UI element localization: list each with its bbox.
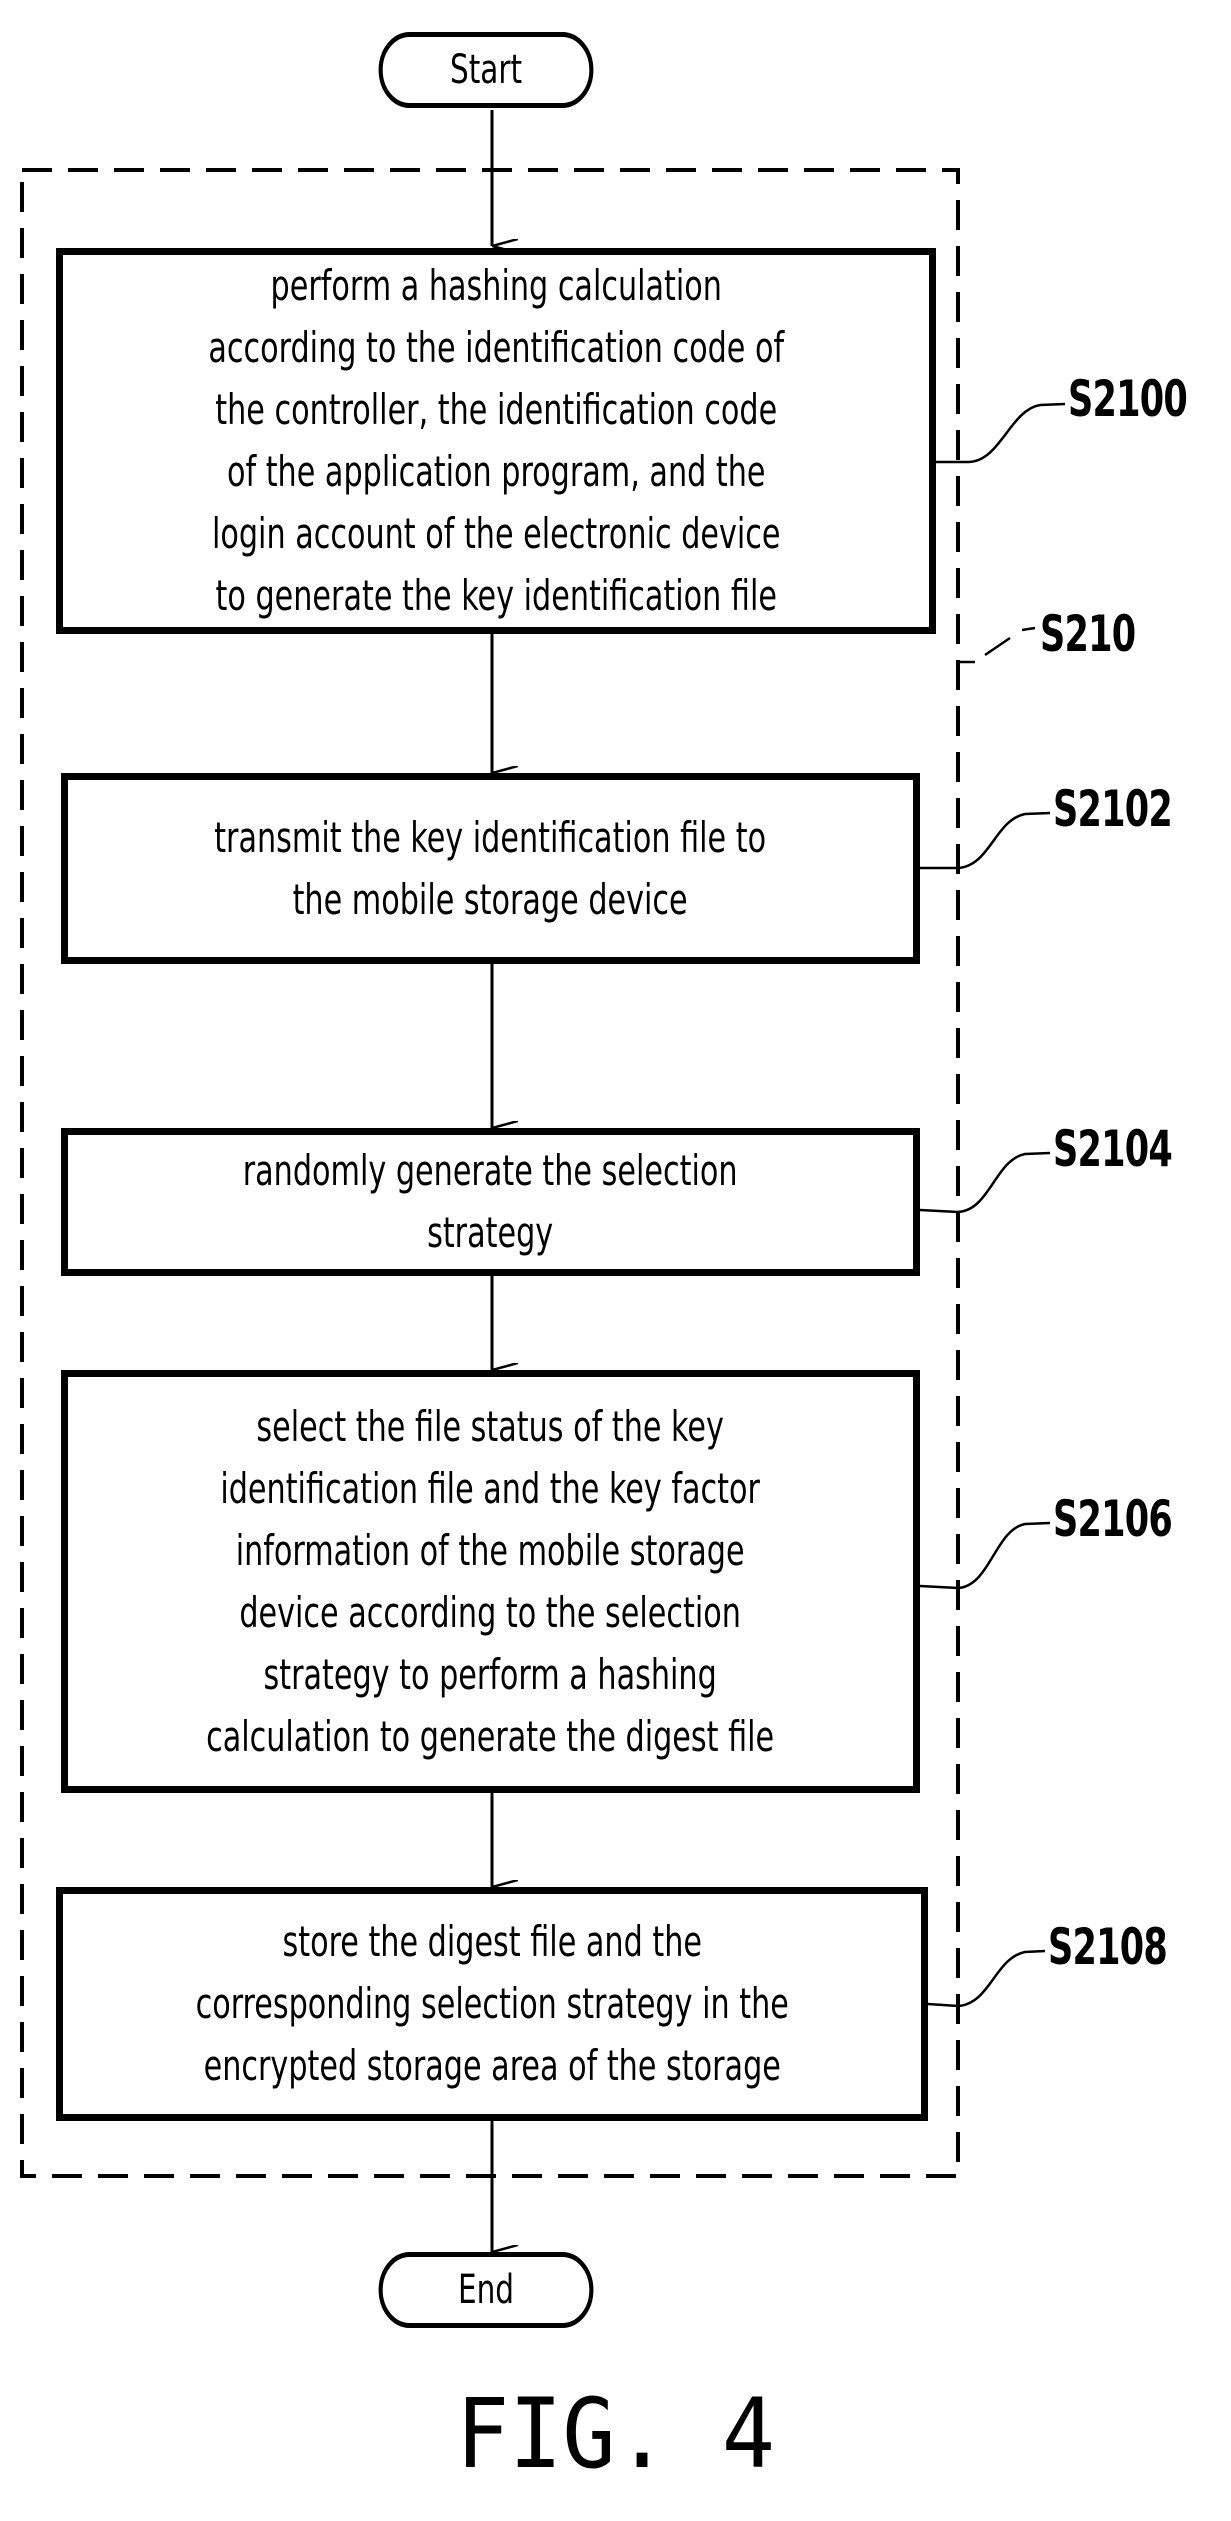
step-text-s2104: randomly generate the selection strategy — [243, 1146, 738, 1257]
step-box-s2102: transmit the key identification file to … — [61, 773, 920, 964]
ref-label-s2100: S2100 — [1068, 370, 1188, 428]
start-label: Start — [449, 47, 523, 93]
step-box-s2108: store the digest file and the correspond… — [56, 1887, 928, 2121]
leader-s2106 — [919, 1521, 1051, 1590]
end-label: End — [457, 2267, 515, 2313]
step-box-s2104: randomly generate the selection strategy — [61, 1128, 920, 1276]
step-text-s2102: transmit the key identification file to … — [214, 812, 767, 924]
step-text-s2100: perform a hashing calculation according … — [208, 261, 784, 620]
start-terminal: Start — [378, 32, 594, 108]
leader-s2100 — [936, 402, 1066, 464]
leader-s210 — [960, 626, 1036, 664]
ref-label-s2106: S2106 — [1053, 1490, 1173, 1548]
ref-label-s2108: S2108 — [1048, 1918, 1168, 1976]
leader-s2102 — [920, 811, 1051, 870]
ref-label-s2102: S2102 — [1053, 780, 1173, 838]
step-box-s2106: select the file status of the key identi… — [61, 1370, 920, 1793]
end-terminal: End — [378, 2252, 594, 2328]
step-text-s2106: select the file status of the key identi… — [206, 1401, 775, 1761]
leader-s2108 — [927, 1949, 1046, 2008]
ref-label-s210: S210 — [1040, 605, 1136, 663]
figure-caption: FIG. 4 — [455, 2378, 776, 2490]
step-text-s2108: store the digest file and the correspond… — [195, 1917, 789, 2090]
step-box-s2100: perform a hashing calculation according … — [56, 248, 936, 634]
ref-label-s2104: S2104 — [1053, 1120, 1173, 1178]
leader-s2104 — [919, 1151, 1051, 1214]
